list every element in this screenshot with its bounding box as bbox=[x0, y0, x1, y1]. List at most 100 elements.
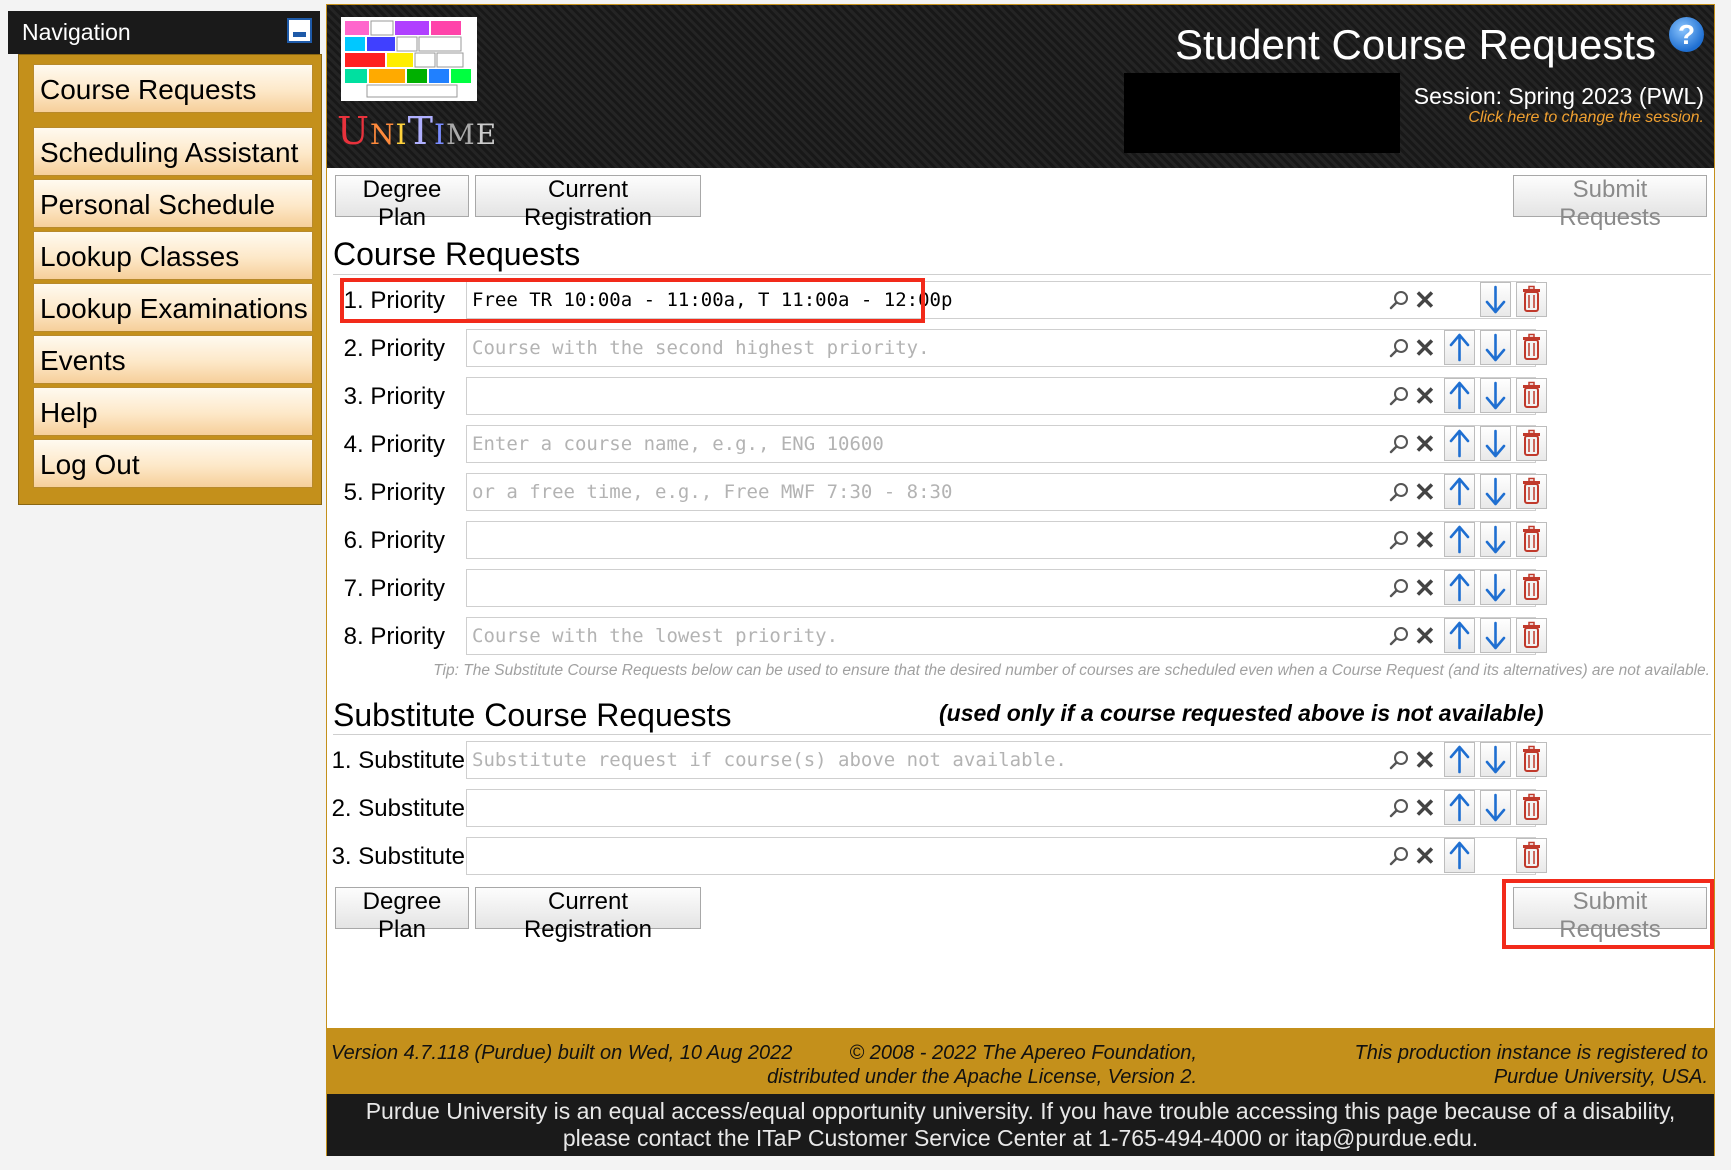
nav-item-course-requests[interactable]: Course Requests bbox=[33, 64, 313, 113]
substitute-label: 1. Substitute bbox=[331, 747, 465, 774]
trash-icon[interactable] bbox=[1516, 838, 1547, 873]
course-requests-heading: Course Requests bbox=[333, 236, 581, 272]
priority-label: 8. Priority bbox=[343, 623, 445, 650]
main-panel: UNITIME Student Course Requests ? Sessio… bbox=[326, 4, 1715, 1156]
clear-icon[interactable]: ✕ bbox=[1414, 575, 1436, 601]
clear-icon[interactable]: ✕ bbox=[1414, 747, 1436, 773]
substitute-input[interactable] bbox=[466, 741, 1536, 779]
clear-icon[interactable]: ✕ bbox=[1414, 287, 1436, 313]
priority-input[interactable] bbox=[466, 473, 1536, 511]
priority-input[interactable] bbox=[466, 617, 1536, 655]
arrow-down-icon[interactable] bbox=[1480, 790, 1511, 825]
clear-icon[interactable]: ✕ bbox=[1414, 527, 1436, 553]
substitute-label: 2. Substitute bbox=[331, 795, 465, 822]
trash-icon[interactable] bbox=[1516, 426, 1547, 461]
arrow-down-icon[interactable] bbox=[1480, 522, 1511, 557]
substitute-note: (used only if a course requested above i… bbox=[939, 700, 1544, 726]
priority-label: 6. Priority bbox=[343, 527, 445, 554]
nav-item-log-out[interactable]: Log Out bbox=[33, 439, 313, 488]
accessibility-notice: Purdue University is an equal access/equ… bbox=[327, 1094, 1714, 1156]
divider bbox=[333, 274, 1711, 275]
arrow-down-icon[interactable] bbox=[1480, 282, 1511, 317]
clear-icon[interactable]: ✕ bbox=[1414, 335, 1436, 361]
trash-icon[interactable] bbox=[1516, 330, 1547, 365]
lookup-icon[interactable] bbox=[1388, 845, 1410, 872]
arrow-up-icon[interactable] bbox=[1444, 426, 1475, 461]
priority-input[interactable] bbox=[466, 377, 1536, 415]
nav-item-personal-schedule[interactable]: Personal Schedule bbox=[33, 179, 313, 228]
arrow-up-icon[interactable] bbox=[1444, 570, 1475, 605]
nav-item-scheduling-assistant[interactable]: Scheduling Assistant bbox=[33, 127, 313, 176]
priority-input[interactable] bbox=[466, 425, 1536, 463]
trash-icon[interactable] bbox=[1516, 522, 1547, 557]
registered-line-1: This production instance is registered t… bbox=[1354, 1042, 1708, 1064]
substitute-tip: Tip: The Substitute Course Requests belo… bbox=[433, 662, 1710, 679]
substitute-input[interactable] bbox=[466, 837, 1536, 875]
priority-input[interactable] bbox=[466, 521, 1536, 559]
clear-icon[interactable]: ✕ bbox=[1414, 795, 1436, 821]
lookup-icon[interactable] bbox=[1388, 749, 1410, 776]
trash-icon[interactable] bbox=[1516, 282, 1547, 317]
help-icon[interactable]: ? bbox=[1669, 17, 1704, 52]
clear-icon[interactable]: ✕ bbox=[1414, 843, 1436, 869]
lookup-icon[interactable] bbox=[1388, 289, 1410, 316]
lookup-icon[interactable] bbox=[1388, 337, 1410, 364]
lookup-icon[interactable] bbox=[1388, 625, 1410, 652]
priority-input[interactable] bbox=[466, 329, 1536, 367]
arrow-up-icon[interactable] bbox=[1444, 790, 1475, 825]
degree-plan-button-bottom[interactable]: Degree Plan bbox=[335, 887, 469, 943]
footer: Version 4.7.118 (Purdue) built on Wed, 1… bbox=[327, 1028, 1714, 1094]
clear-icon[interactable]: ✕ bbox=[1414, 383, 1436, 409]
trash-icon[interactable] bbox=[1516, 474, 1547, 509]
highlight-submit-button bbox=[1502, 879, 1714, 949]
submit-requests-button[interactable]: Submit Requests bbox=[1513, 175, 1707, 231]
trash-icon[interactable] bbox=[1516, 790, 1547, 825]
lookup-icon[interactable] bbox=[1388, 577, 1410, 604]
arrow-up-icon[interactable] bbox=[1444, 522, 1475, 557]
substitute-input[interactable] bbox=[466, 789, 1536, 827]
unitime-logo-text: UNITIME bbox=[337, 109, 498, 153]
copyright-line-1: © 2008 - 2022 The Apereo Foundation, bbox=[849, 1042, 1197, 1064]
highlight-first-priority bbox=[340, 278, 925, 323]
priority-input[interactable] bbox=[466, 569, 1536, 607]
lookup-icon[interactable] bbox=[1388, 481, 1410, 508]
clear-icon[interactable]: ✕ bbox=[1414, 623, 1436, 649]
minimize-icon[interactable] bbox=[287, 18, 312, 43]
notice-line-1: Purdue University is an equal access/equ… bbox=[365, 1098, 1676, 1124]
arrow-down-icon[interactable] bbox=[1480, 378, 1511, 413]
trash-icon[interactable] bbox=[1516, 618, 1547, 653]
degree-plan-button[interactable]: Degree Plan bbox=[335, 175, 469, 231]
arrow-up-icon[interactable] bbox=[1444, 618, 1475, 653]
navigation-title: Navigation bbox=[22, 19, 131, 45]
trash-icon[interactable] bbox=[1516, 742, 1547, 777]
clear-icon[interactable]: ✕ bbox=[1414, 431, 1436, 457]
arrow-up-icon[interactable] bbox=[1444, 838, 1475, 873]
nav-item-help[interactable]: Help bbox=[33, 387, 313, 436]
arrow-down-icon[interactable] bbox=[1480, 742, 1511, 777]
lookup-icon[interactable] bbox=[1388, 529, 1410, 556]
nav-item-events[interactable]: Events bbox=[33, 335, 313, 384]
change-session-link[interactable]: Click here to change the session. bbox=[1468, 109, 1704, 127]
priority-label: 5. Priority bbox=[343, 479, 445, 506]
lookup-icon[interactable] bbox=[1388, 797, 1410, 824]
clear-icon[interactable]: ✕ bbox=[1414, 479, 1436, 505]
arrow-up-icon[interactable] bbox=[1444, 330, 1475, 365]
arrow-up-icon[interactable] bbox=[1444, 742, 1475, 777]
arrow-down-icon[interactable] bbox=[1480, 474, 1511, 509]
arrow-down-icon[interactable] bbox=[1480, 618, 1511, 653]
arrow-up-icon[interactable] bbox=[1444, 378, 1475, 413]
lookup-icon[interactable] bbox=[1388, 385, 1410, 412]
arrow-down-icon[interactable] bbox=[1480, 426, 1511, 461]
nav-item-lookup-classes[interactable]: Lookup Classes bbox=[33, 231, 313, 280]
unitime-logo-graphic bbox=[341, 17, 477, 101]
current-registration-button[interactable]: Current Registration bbox=[475, 175, 701, 231]
arrow-up-icon[interactable] bbox=[1444, 474, 1475, 509]
current-registration-button-bottom[interactable]: Current Registration bbox=[475, 887, 701, 943]
substitute-heading: Substitute Course Requests bbox=[333, 697, 732, 733]
arrow-down-icon[interactable] bbox=[1480, 570, 1511, 605]
trash-icon[interactable] bbox=[1516, 378, 1547, 413]
lookup-icon[interactable] bbox=[1388, 433, 1410, 460]
nav-item-lookup-examinations[interactable]: Lookup Examinations bbox=[33, 283, 313, 332]
trash-icon[interactable] bbox=[1516, 570, 1547, 605]
arrow-down-icon[interactable] bbox=[1480, 330, 1511, 365]
